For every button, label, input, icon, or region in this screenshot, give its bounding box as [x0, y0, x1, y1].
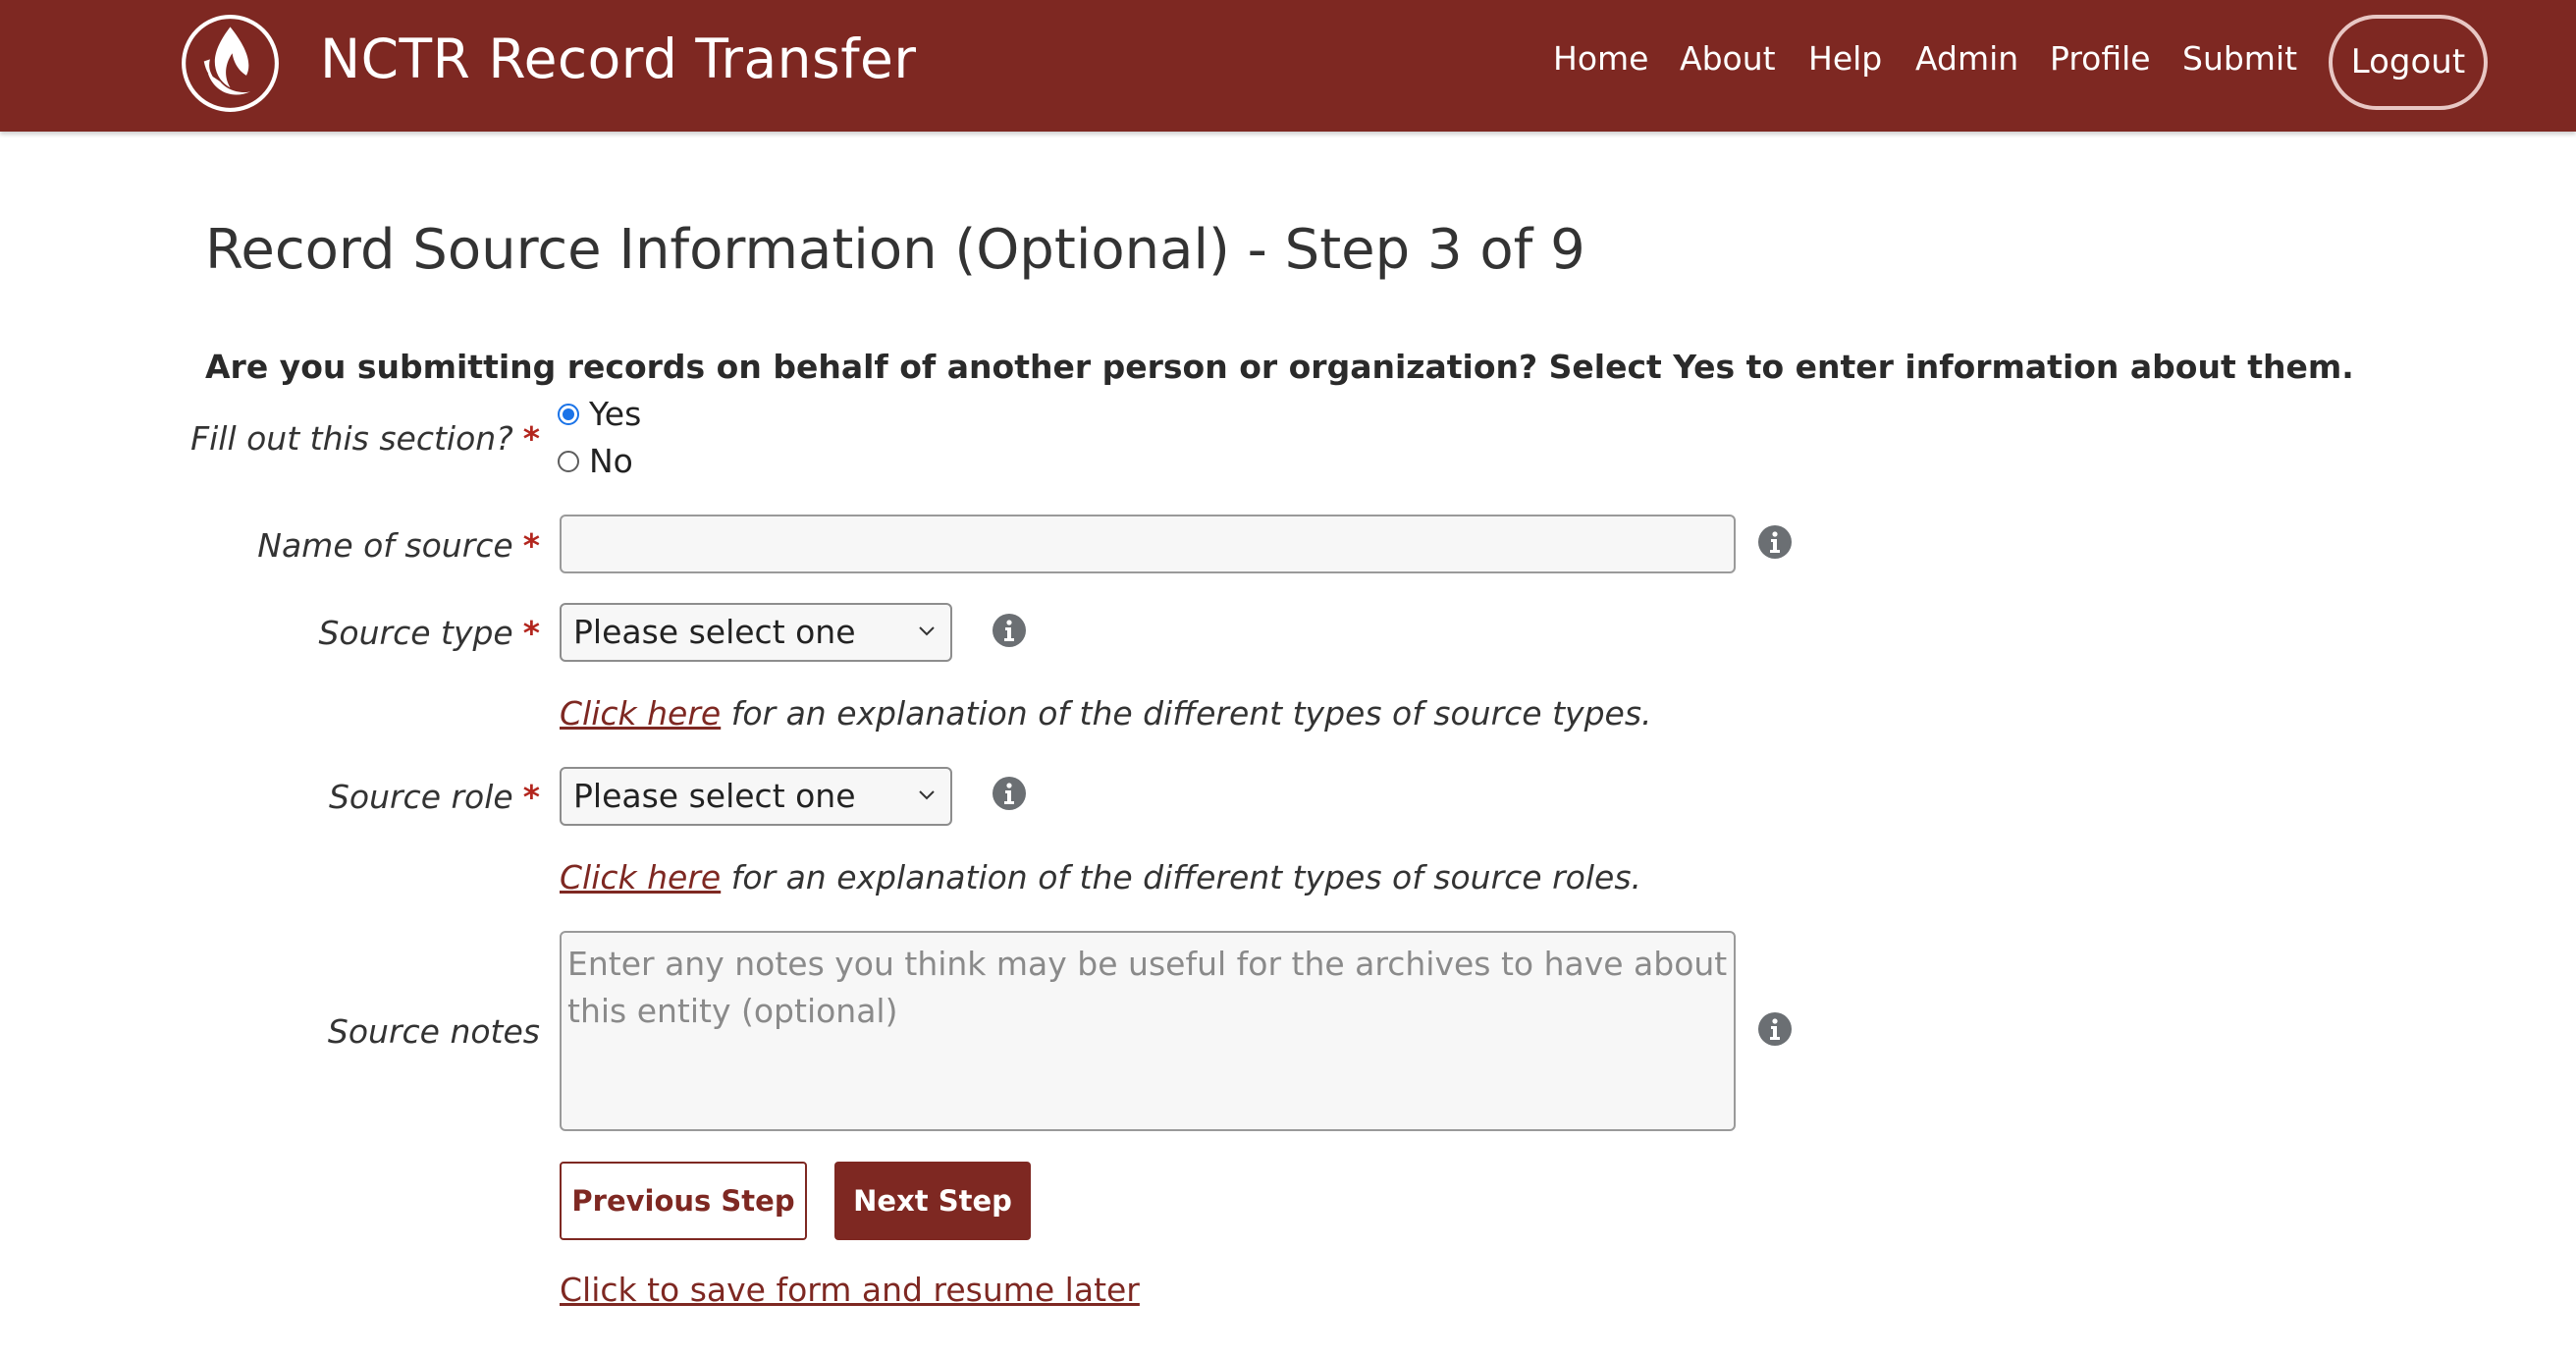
nav-about[interactable]: About: [1680, 39, 1776, 78]
previous-step-button[interactable]: Previous Step: [560, 1162, 807, 1240]
name-of-source-input[interactable]: [560, 515, 1736, 573]
info-icon[interactable]: [992, 776, 1027, 811]
app-title[interactable]: NCTR Record Transfer: [320, 27, 917, 90]
logout-button[interactable]: Logout: [2329, 15, 2488, 110]
nav-profile[interactable]: Profile: [2050, 39, 2151, 78]
nav-admin[interactable]: Admin: [1915, 39, 2018, 78]
chevron-down-icon: [919, 790, 935, 800]
source-type-help-link[interactable]: Click here: [560, 694, 721, 733]
radio-no-button[interactable]: [558, 450, 579, 472]
fill-section-label-text: Fill out this section?: [190, 419, 513, 458]
info-icon[interactable]: [992, 613, 1027, 648]
source-role-help: Click here for an explanation of the dif…: [560, 858, 1641, 896]
page-title: Record Source Information (Optional) - S…: [205, 218, 1585, 282]
top-navbar: NCTR Record Transfer Home About Help Adm…: [0, 0, 2576, 132]
source-type-label: Source type *: [318, 614, 540, 652]
source-role-label: Source role *: [329, 778, 540, 816]
source-role-help-link[interactable]: Click here: [560, 858, 721, 896]
name-of-source-label: Name of source *: [257, 526, 540, 565]
info-icon[interactable]: [1757, 524, 1793, 560]
nctr-logo-icon[interactable]: [180, 13, 281, 114]
source-role-help-text: for an explanation of the different type…: [721, 858, 1642, 896]
radio-yes[interactable]: Yes: [558, 395, 641, 433]
source-type-label-text: Source type: [318, 614, 513, 652]
radio-no[interactable]: No: [558, 442, 633, 480]
source-role-select[interactable]: Please select one: [560, 767, 952, 826]
nav-home[interactable]: Home: [1553, 39, 1648, 78]
nav-submit[interactable]: Submit: [2182, 39, 2297, 78]
radio-no-label[interactable]: No: [589, 442, 633, 480]
name-of-source-label-text: Name of source: [257, 526, 513, 565]
fill-section-label: Fill out this section? *: [190, 419, 540, 458]
source-role-selected: Please select one: [573, 777, 856, 815]
source-type-help-text: for an explanation of the different type…: [721, 694, 1652, 733]
section-question: Are you submitting records on behalf of …: [205, 348, 2354, 386]
chevron-down-icon: [919, 626, 935, 636]
required-asterisk: *: [522, 526, 540, 565]
info-icon[interactable]: [1757, 1011, 1793, 1047]
nav-help[interactable]: Help: [1808, 39, 1882, 78]
source-notes-textarea[interactable]: Enter any notes you think may be useful …: [560, 931, 1736, 1131]
radio-yes-label[interactable]: Yes: [589, 395, 641, 433]
source-type-select[interactable]: Please select one: [560, 603, 952, 662]
required-asterisk: *: [522, 614, 540, 652]
required-asterisk: *: [522, 778, 540, 816]
radio-yes-button[interactable]: [558, 403, 579, 425]
required-asterisk: *: [522, 419, 540, 458]
save-and-resume-link[interactable]: Click to save form and resume later: [560, 1271, 1140, 1309]
source-role-label-text: Source role: [328, 778, 513, 816]
source-type-help: Click here for an explanation of the dif…: [560, 694, 1652, 733]
source-notes-label: Source notes: [327, 1012, 540, 1051]
source-type-selected: Please select one: [573, 613, 856, 651]
next-step-button[interactable]: Next Step: [834, 1162, 1031, 1240]
